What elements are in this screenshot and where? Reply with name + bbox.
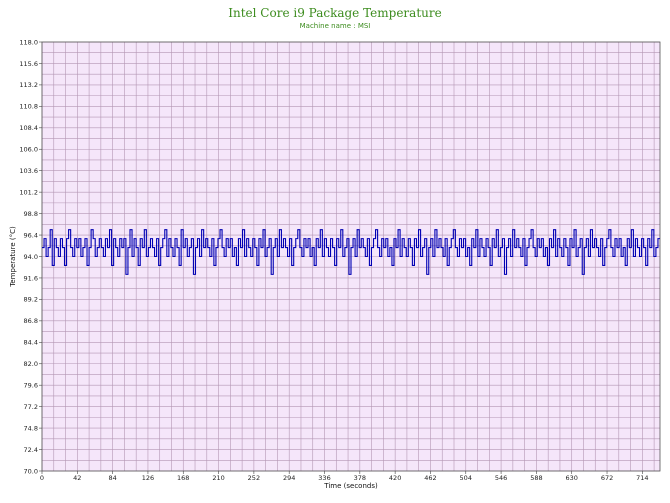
y-tick-label: 96.4 [24,231,38,239]
x-tick-label: 378 [354,474,366,482]
y-tick-label: 108.4 [19,124,38,132]
y-tick-label: 118.0 [19,38,38,46]
y-tick-label: 94.0 [24,253,38,261]
y-tick-label: 79.6 [24,382,38,390]
x-tick-label: 546 [495,474,507,482]
y-tick-label: 106.0 [19,146,38,154]
x-tick-label: 210 [212,474,224,482]
y-tick-label: 89.2 [24,296,38,304]
x-tick-label: 0 [40,474,44,482]
x-tick-label: 252 [248,474,260,482]
y-tick-label: 98.8 [24,210,38,218]
y-tick-label: 84.4 [24,339,38,347]
x-tick-label: 294 [283,474,295,482]
y-tick-label: 91.6 [24,274,38,282]
y-tick-label: 115.6 [19,60,38,68]
x-tick-label: 462 [424,474,436,482]
y-tick-label: 110.8 [19,103,38,111]
x-tick-label: 714 [636,474,648,482]
y-tick-label: 77.2 [24,403,38,411]
x-tick-label: 336 [318,474,330,482]
y-tick-label: 72.4 [24,446,38,454]
y-tick-label: 70.0 [24,467,38,475]
chart-svg: 70.0 72.4 74.8 77.2 79.6 82.0 84.4 86.8 89.2 91.6… [9,38,661,490]
x-tick-label: 504 [460,474,472,482]
x-tick-label: 630 [566,474,578,482]
y-tick-label: 103.6 [19,167,38,175]
x-tick-label: 420 [389,474,401,482]
y-tick-label: 82.0 [24,360,38,368]
y-tick-label: 74.8 [24,424,38,432]
x-tick-label: 588 [530,474,542,482]
x-tick-label: 84 [108,474,116,482]
x-axis-label: Time (seconds) [323,482,378,490]
y-tick-label: 113.2 [19,81,38,89]
x-tick-label: 126 [142,474,154,482]
x-tick-label: 672 [601,474,613,482]
y-tick-label: 101.2 [19,188,38,196]
x-tick-label: 42 [73,474,81,482]
y-tick-label: 86.8 [24,317,38,325]
x-tick-label: 168 [177,474,189,482]
y-axis-label: Temperature (°C) [9,226,17,288]
